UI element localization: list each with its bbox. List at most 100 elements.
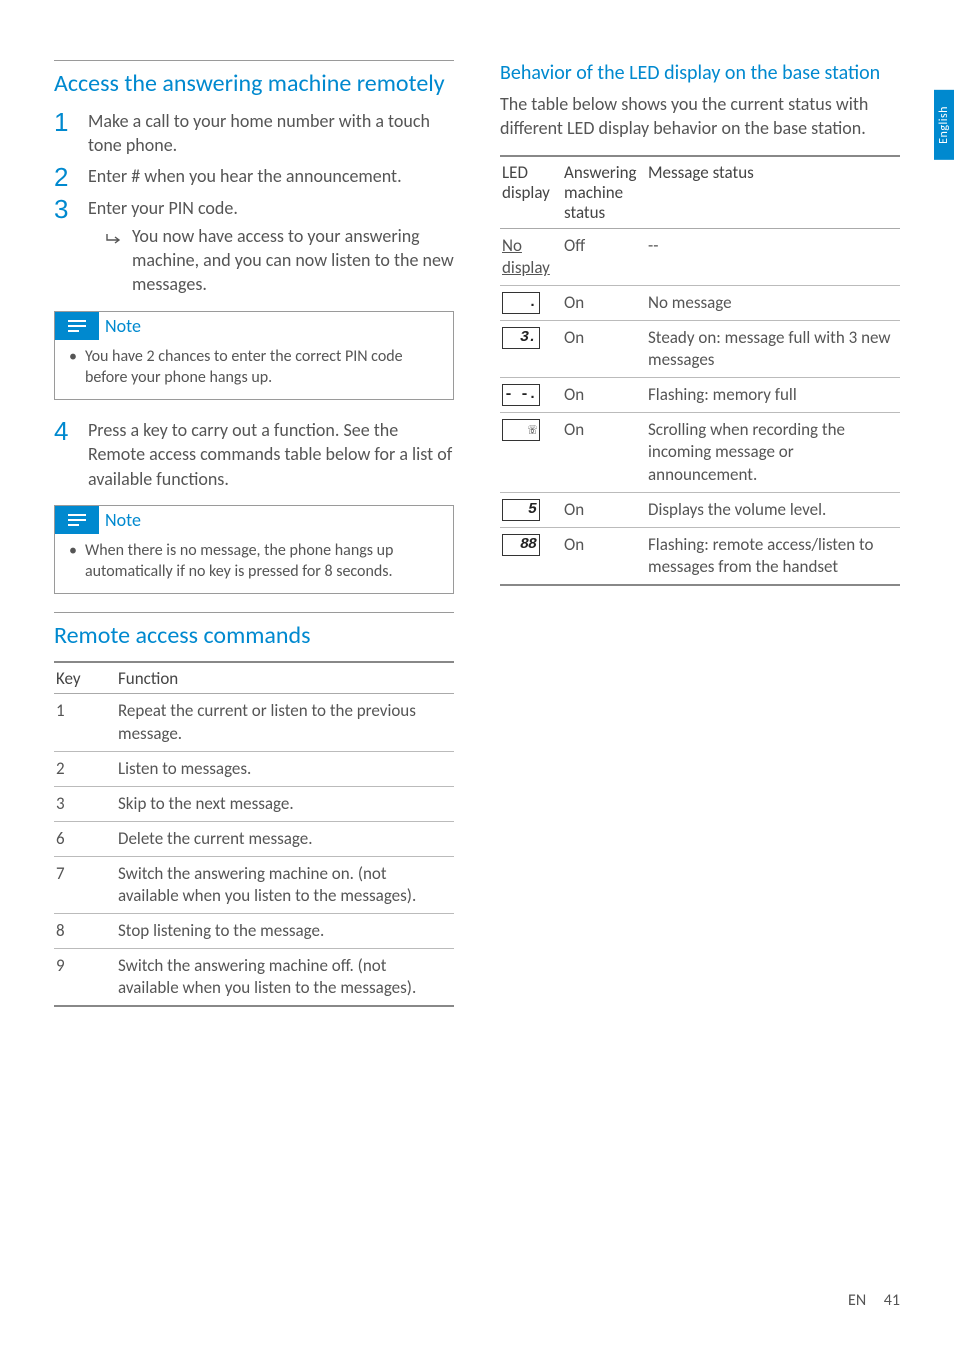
cell-function: Stop listening to the message. — [116, 914, 454, 949]
note-header: Note — [55, 312, 453, 340]
cell-function: Switch the answering machine off. (not a… — [116, 949, 454, 1007]
hash-key: # — [131, 165, 140, 187]
step-text: Press a key to carry out a function. See… — [88, 418, 454, 491]
t: when you hear the announcement. — [140, 165, 401, 187]
step-number: 4 — [54, 418, 74, 491]
language-tab: English — [934, 90, 954, 160]
cell-message: -- — [646, 228, 900, 285]
cell-message: No message — [646, 285, 900, 320]
page-content: Access the answering machine remotely 1 … — [0, 0, 954, 1047]
cell-status: On — [562, 492, 646, 527]
cell-key: 9 — [54, 949, 116, 1007]
cell-status: On — [562, 321, 646, 378]
note-header: Note — [55, 506, 453, 534]
step-number: 3 — [54, 196, 74, 297]
footer-page: 41 — [884, 1291, 900, 1310]
note-box-2: Note • When there is no message, the pho… — [54, 505, 454, 594]
bullet-icon: • — [69, 346, 77, 389]
table-row: - -. OnFlashing: memory full — [500, 378, 900, 413]
cell-status: Off — [562, 228, 646, 285]
note-body: • When there is no message, the phone ha… — [55, 534, 453, 593]
cell-led: 3. — [500, 321, 562, 378]
table-row: ☏ OnScrolling when recording the incoming… — [500, 413, 900, 492]
cell-key: 7 — [54, 856, 116, 913]
led-table: LED display Answering machine status Mes… — [500, 155, 900, 586]
step-text: Enter # when you hear the announcement. — [88, 164, 454, 190]
result-arrow-icon — [106, 228, 122, 297]
cell-function: Skip to the next message. — [116, 786, 454, 821]
led-display-icon: ☏ — [502, 419, 540, 441]
step-text: Make a call to your home number with a t… — [88, 109, 454, 158]
heading-led: Behavior of the LED display on the base … — [500, 60, 900, 86]
cell-led: No display — [500, 228, 562, 285]
led-display-icon: 88 — [502, 534, 540, 556]
step-3: 3 Enter your PIN code. You now have acce… — [54, 196, 454, 297]
cell-led: . — [500, 285, 562, 320]
right-column: Behavior of the LED display on the base … — [500, 60, 900, 1007]
note-text: When there is no message, the phone hang… — [85, 540, 443, 583]
note-box-1: Note • You have 2 chances to enter the c… — [54, 311, 454, 400]
led-display-icon: - -. — [502, 384, 540, 406]
cell-message: Steady on: message full with 3 new messa… — [646, 321, 900, 378]
led-display-icon: 5 — [502, 499, 540, 521]
col-message: Message status — [646, 156, 900, 229]
cell-status: On — [562, 413, 646, 492]
cell-function: Switch the answering machine on. (not av… — [116, 856, 454, 913]
cell-status: On — [562, 285, 646, 320]
step-body: Enter your PIN code. You now have access… — [88, 196, 454, 297]
cell-status: On — [562, 378, 646, 413]
cell-function: Repeat the current or listen to the prev… — [116, 694, 454, 751]
t: Enter — [88, 165, 131, 187]
col-status: Answering machine status — [562, 156, 646, 229]
cell-key: 2 — [54, 751, 116, 786]
note-icon — [55, 506, 99, 534]
col-key: Key — [54, 662, 116, 694]
table-row: 9Switch the answering machine off. (not … — [54, 949, 454, 1007]
heading-remote: Remote access commands — [54, 612, 454, 651]
cell-key: 6 — [54, 821, 116, 856]
cell-function: Delete the current message. — [116, 821, 454, 856]
led-intro: The table below shows you the current st… — [500, 92, 900, 141]
table-row: 2Listen to messages. — [54, 751, 454, 786]
footer-lang: EN — [848, 1291, 866, 1310]
note-icon — [55, 312, 99, 340]
table-row: 5OnDisplays the volume level. — [500, 492, 900, 527]
table-row: 3. OnSteady on: message full with 3 new m… — [500, 321, 900, 378]
col-led: LED display — [500, 156, 562, 229]
left-column: Access the answering machine remotely 1 … — [54, 60, 454, 1007]
cell-led: ☏ — [500, 413, 562, 492]
page-footer: EN 41 — [848, 1291, 900, 1310]
cell-status: On — [562, 527, 646, 585]
led-display-icon: 3. — [502, 327, 540, 349]
cell-led: - -. — [500, 378, 562, 413]
note-title: Note — [105, 315, 141, 337]
table-row: 7Switch the answering machine on. (not a… — [54, 856, 454, 913]
table-row: 6Delete the current message. — [54, 821, 454, 856]
step-4: 4 Press a key to carry out a function. S… — [54, 418, 454, 491]
note-text: You have 2 chances to enter the correct … — [85, 346, 443, 389]
cell-message: Flashing: remote access/listen to messag… — [646, 527, 900, 585]
table-row: .OnNo message — [500, 285, 900, 320]
access-steps-cont: 4 Press a key to carry out a function. S… — [54, 418, 454, 491]
access-steps: 1 Make a call to your home number with a… — [54, 109, 454, 297]
table-header-row: LED display Answering machine status Mes… — [500, 156, 900, 229]
bullet-icon: • — [69, 540, 77, 583]
cell-message: Scrolling when recording the incoming me… — [646, 413, 900, 492]
table-row: 1Repeat the current or listen to the pre… — [54, 694, 454, 751]
cell-led: 88 — [500, 527, 562, 585]
cell-function: Listen to messages. — [116, 751, 454, 786]
table-row: 3Skip to the next message. — [54, 786, 454, 821]
step-1: 1 Make a call to your home number with a… — [54, 109, 454, 158]
step-2: 2 Enter # when you hear the announcement… — [54, 164, 454, 190]
cell-key: 1 — [54, 694, 116, 751]
table-header-row: Key Function — [54, 662, 454, 694]
cell-led: 5 — [500, 492, 562, 527]
step-number: 1 — [54, 109, 74, 158]
note-title: Note — [105, 509, 141, 531]
heading-access: Access the answering machine remotely — [54, 60, 454, 99]
substep: You now have access to your answering ma… — [88, 224, 454, 297]
table-row: 8Stop listening to the message. — [54, 914, 454, 949]
table-row: No displayOff-- — [500, 228, 900, 285]
cell-key: 3 — [54, 786, 116, 821]
cell-message: Flashing: memory full — [646, 378, 900, 413]
